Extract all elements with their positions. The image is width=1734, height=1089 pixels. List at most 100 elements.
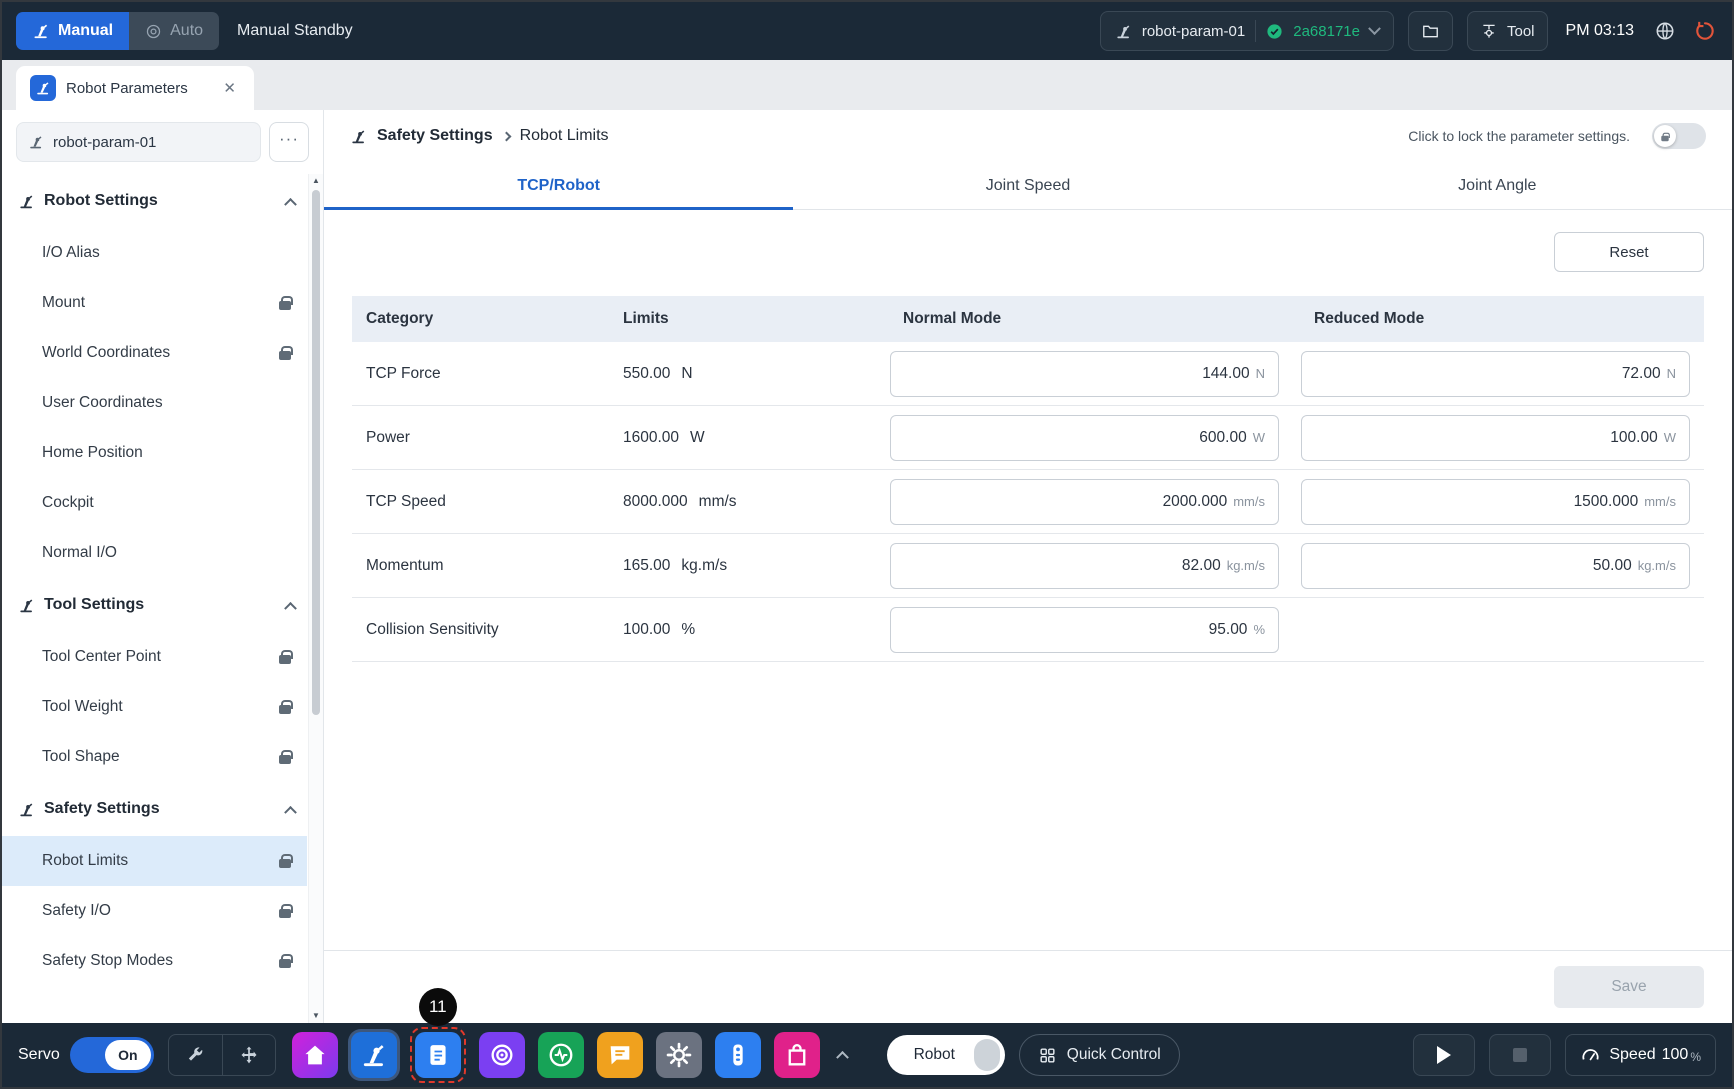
sidebar-item-home-position[interactable]: Home Position bbox=[2, 428, 307, 478]
sidebar-item-tool-center-point[interactable]: Tool Center Point bbox=[2, 632, 307, 682]
sidebar-item-safety-stop-modes[interactable]: Safety Stop Modes bbox=[2, 936, 307, 986]
globe-icon[interactable] bbox=[1652, 18, 1678, 44]
power-reset-icon[interactable] bbox=[1692, 18, 1718, 44]
program-name: robot-param-01 bbox=[1142, 23, 1245, 40]
param-file-field[interactable]: robot-param-01 bbox=[16, 122, 261, 162]
item-label: Tool Center Point bbox=[42, 648, 161, 666]
manual-mode-button[interactable]: Manual bbox=[16, 12, 129, 50]
input-unit: kg.m/s bbox=[1638, 558, 1676, 573]
section-safety-settings[interactable]: Safety Settings bbox=[2, 782, 307, 836]
lock-hint-text: Click to lock the parameter settings. bbox=[1408, 128, 1630, 144]
utility-button-group bbox=[168, 1034, 276, 1076]
input-value: 100.00 bbox=[1610, 429, 1657, 447]
tab-joint-speed[interactable]: Joint Speed bbox=[793, 162, 1262, 209]
input-unit: % bbox=[1253, 622, 1265, 637]
row-category: Collision Sensitivity bbox=[366, 621, 601, 639]
panel-footer: Save bbox=[324, 950, 1732, 1023]
sidebar-item-io-alias[interactable]: I/O Alias bbox=[2, 228, 307, 278]
dock-collapse-button[interactable] bbox=[832, 1040, 853, 1070]
reduced-mode-input[interactable]: 72.00N bbox=[1301, 351, 1690, 397]
gear-icon bbox=[665, 1041, 693, 1069]
normal-mode-input[interactable]: 600.00W bbox=[890, 415, 1279, 461]
quick-control-button[interactable]: Quick Control bbox=[1019, 1034, 1180, 1076]
robot-view-toggle[interactable]: Robot bbox=[887, 1035, 1005, 1075]
section-robot-settings[interactable]: Robot Settings bbox=[2, 174, 307, 228]
sidebar-scrollbar[interactable]: ▲ ▼ bbox=[308, 174, 323, 1023]
play-button[interactable] bbox=[1413, 1034, 1475, 1076]
annotation-highlight-box: 11 bbox=[410, 1027, 466, 1083]
header-reduced-mode: Reduced Mode bbox=[1301, 310, 1690, 328]
program-pill[interactable]: robot-param-01 2a68171e bbox=[1100, 11, 1394, 51]
tab-tcp-robot[interactable]: TCP/Robot bbox=[324, 162, 793, 209]
normal-mode-input[interactable]: 95.00% bbox=[890, 607, 1279, 653]
row-limit: 8000.000mm/s bbox=[623, 493, 868, 511]
sidebar: robot-param-01 Robot Settings I/O Alias … bbox=[2, 110, 324, 1023]
normal-mode-input[interactable]: 144.00N bbox=[890, 351, 1279, 397]
version-id: 2a68171e bbox=[1293, 23, 1360, 40]
save-button[interactable]: Save bbox=[1554, 966, 1704, 1008]
jog-app-button[interactable] bbox=[479, 1032, 525, 1078]
reduced-mode-input[interactable]: 50.00kg.m/s bbox=[1301, 543, 1690, 589]
scrollbar-thumb[interactable] bbox=[312, 190, 320, 715]
more-options-button[interactable] bbox=[269, 122, 309, 162]
auto-mode-button[interactable]: Auto bbox=[129, 12, 219, 50]
safety-settings-icon bbox=[18, 801, 35, 818]
monitoring-app-button[interactable] bbox=[538, 1032, 584, 1078]
input-unit: W bbox=[1253, 430, 1265, 445]
sidebar-item-tool-shape[interactable]: Tool Shape bbox=[2, 732, 307, 782]
chat-icon bbox=[606, 1041, 634, 1069]
sidebar-item-user-coordinates[interactable]: User Coordinates bbox=[2, 378, 307, 428]
auto-mode-label: Auto bbox=[170, 22, 203, 40]
tool-settings-icon bbox=[18, 597, 35, 614]
reduced-mode-input[interactable]: 1500.000mm/s bbox=[1301, 479, 1690, 525]
input-unit: kg.m/s bbox=[1227, 558, 1265, 573]
document-icon bbox=[424, 1041, 452, 1069]
item-label: Normal I/O bbox=[42, 544, 117, 562]
mode-switcher: Manual Auto bbox=[16, 12, 219, 50]
sidebar-item-mount[interactable]: Mount bbox=[2, 278, 307, 328]
home-app-button[interactable] bbox=[292, 1032, 338, 1078]
sidebar-item-tool-weight[interactable]: Tool Weight bbox=[2, 682, 307, 732]
tool-button[interactable]: Tool bbox=[1467, 11, 1548, 51]
robot-file-icon bbox=[28, 134, 44, 150]
breadcrumb-section[interactable]: Safety Settings bbox=[377, 127, 493, 145]
item-label: Safety I/O bbox=[42, 902, 111, 920]
sidebar-item-safety-io[interactable]: Safety I/O bbox=[2, 886, 307, 936]
speed-control[interactable]: Speed 100 % bbox=[1565, 1034, 1716, 1076]
padlock-icon bbox=[279, 909, 291, 918]
header-category: Category bbox=[366, 310, 601, 328]
sidebar-item-robot-limits[interactable]: Robot Limits bbox=[2, 836, 307, 886]
stop-button[interactable] bbox=[1489, 1034, 1551, 1076]
param-file-name: robot-param-01 bbox=[53, 134, 156, 151]
robot-toggle-label: Robot bbox=[901, 1046, 968, 1064]
sidebar-item-normal-io[interactable]: Normal I/O bbox=[2, 528, 307, 578]
version-chevron-down-icon[interactable] bbox=[1368, 22, 1381, 35]
app-dock: 11 bbox=[292, 1027, 820, 1083]
scroll-up-icon[interactable]: ▲ bbox=[312, 175, 320, 187]
settings-app-button[interactable] bbox=[656, 1032, 702, 1078]
tab-joint-angle[interactable]: Joint Angle bbox=[1263, 162, 1732, 209]
limits-panel: Reset Category Limits Normal Mode Reduce… bbox=[324, 210, 1732, 950]
annotation-step-badge: 11 bbox=[419, 988, 457, 1026]
store-app-button[interactable] bbox=[774, 1032, 820, 1078]
open-file-button[interactable] bbox=[1408, 11, 1453, 51]
task-editor-app-button[interactable] bbox=[415, 1032, 461, 1078]
sidebar-item-world-coordinates[interactable]: World Coordinates bbox=[2, 328, 307, 378]
normal-mode-input[interactable]: 2000.000mm/s bbox=[890, 479, 1279, 525]
reduced-mode-input[interactable]: 100.00W bbox=[1301, 415, 1690, 461]
parameter-lock-toggle[interactable] bbox=[1652, 123, 1706, 149]
section-tool-settings[interactable]: Tool Settings bbox=[2, 578, 307, 632]
reset-button[interactable]: Reset bbox=[1554, 232, 1704, 272]
remote-control-app-button[interactable] bbox=[715, 1032, 761, 1078]
sidebar-item-cockpit[interactable]: Cockpit bbox=[2, 478, 307, 528]
jog-move-button[interactable] bbox=[222, 1035, 275, 1075]
normal-mode-input[interactable]: 82.00kg.m/s bbox=[890, 543, 1279, 589]
scroll-down-icon[interactable]: ▼ bbox=[312, 1010, 320, 1022]
wrench-button[interactable] bbox=[169, 1035, 222, 1075]
log-app-button[interactable] bbox=[597, 1032, 643, 1078]
servo-toggle[interactable]: On bbox=[70, 1037, 154, 1073]
tab-close-icon[interactable] bbox=[219, 77, 240, 99]
manual-mode-label: Manual bbox=[58, 22, 113, 40]
tab-robot-parameters[interactable]: Robot Parameters bbox=[16, 66, 254, 110]
robot-parameters-app-button[interactable] bbox=[351, 1032, 397, 1078]
